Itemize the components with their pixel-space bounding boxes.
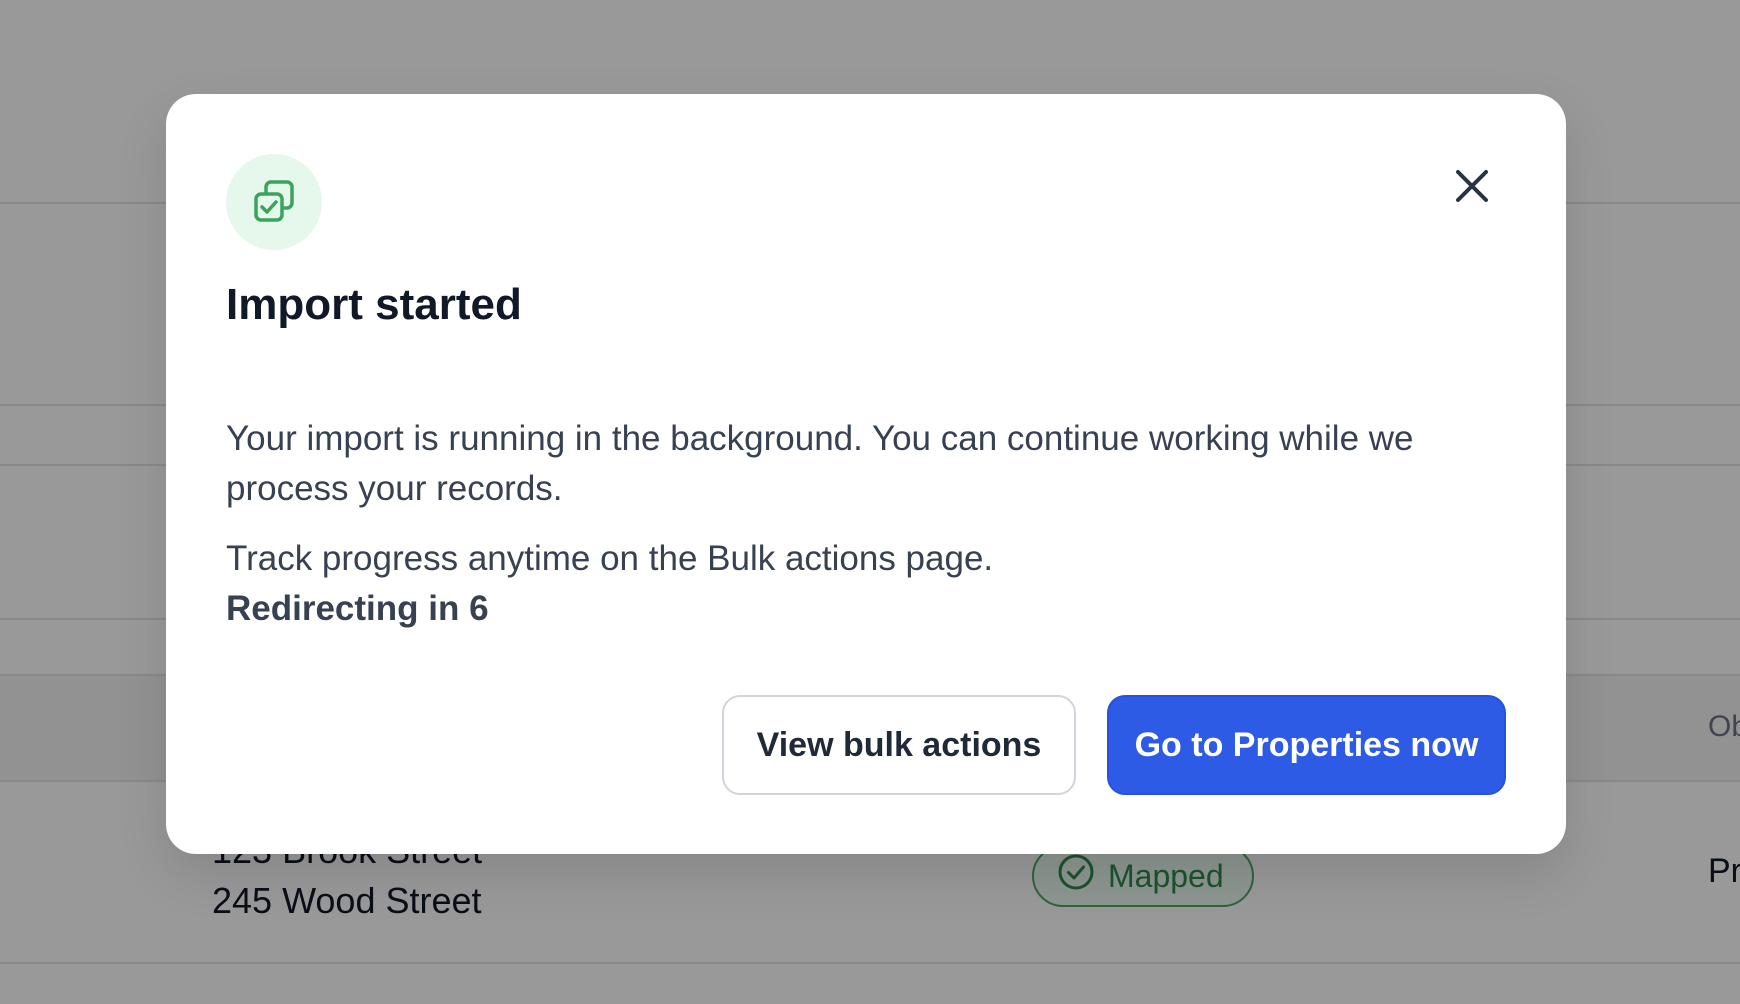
body-text: Your import is running in the background… <box>226 419 1414 508</box>
close-button[interactable] <box>1440 156 1504 220</box>
go-to-properties-button[interactable]: Go to Properties now <box>1107 695 1506 795</box>
import-started-dialog: Import started Your import is running in… <box>166 94 1566 854</box>
dialog-title: Import started <box>226 280 522 329</box>
bulk-check-icon <box>226 154 322 250</box>
view-bulk-actions-button[interactable]: View bulk actions <box>722 695 1076 795</box>
dialog-body: Your import is running in the background… <box>226 414 1526 634</box>
body-text: Track progress anytime on the Bulk actio… <box>226 539 994 578</box>
close-icon <box>1452 166 1492 211</box>
redirect-countdown: Redirecting in 6 <box>226 589 489 628</box>
